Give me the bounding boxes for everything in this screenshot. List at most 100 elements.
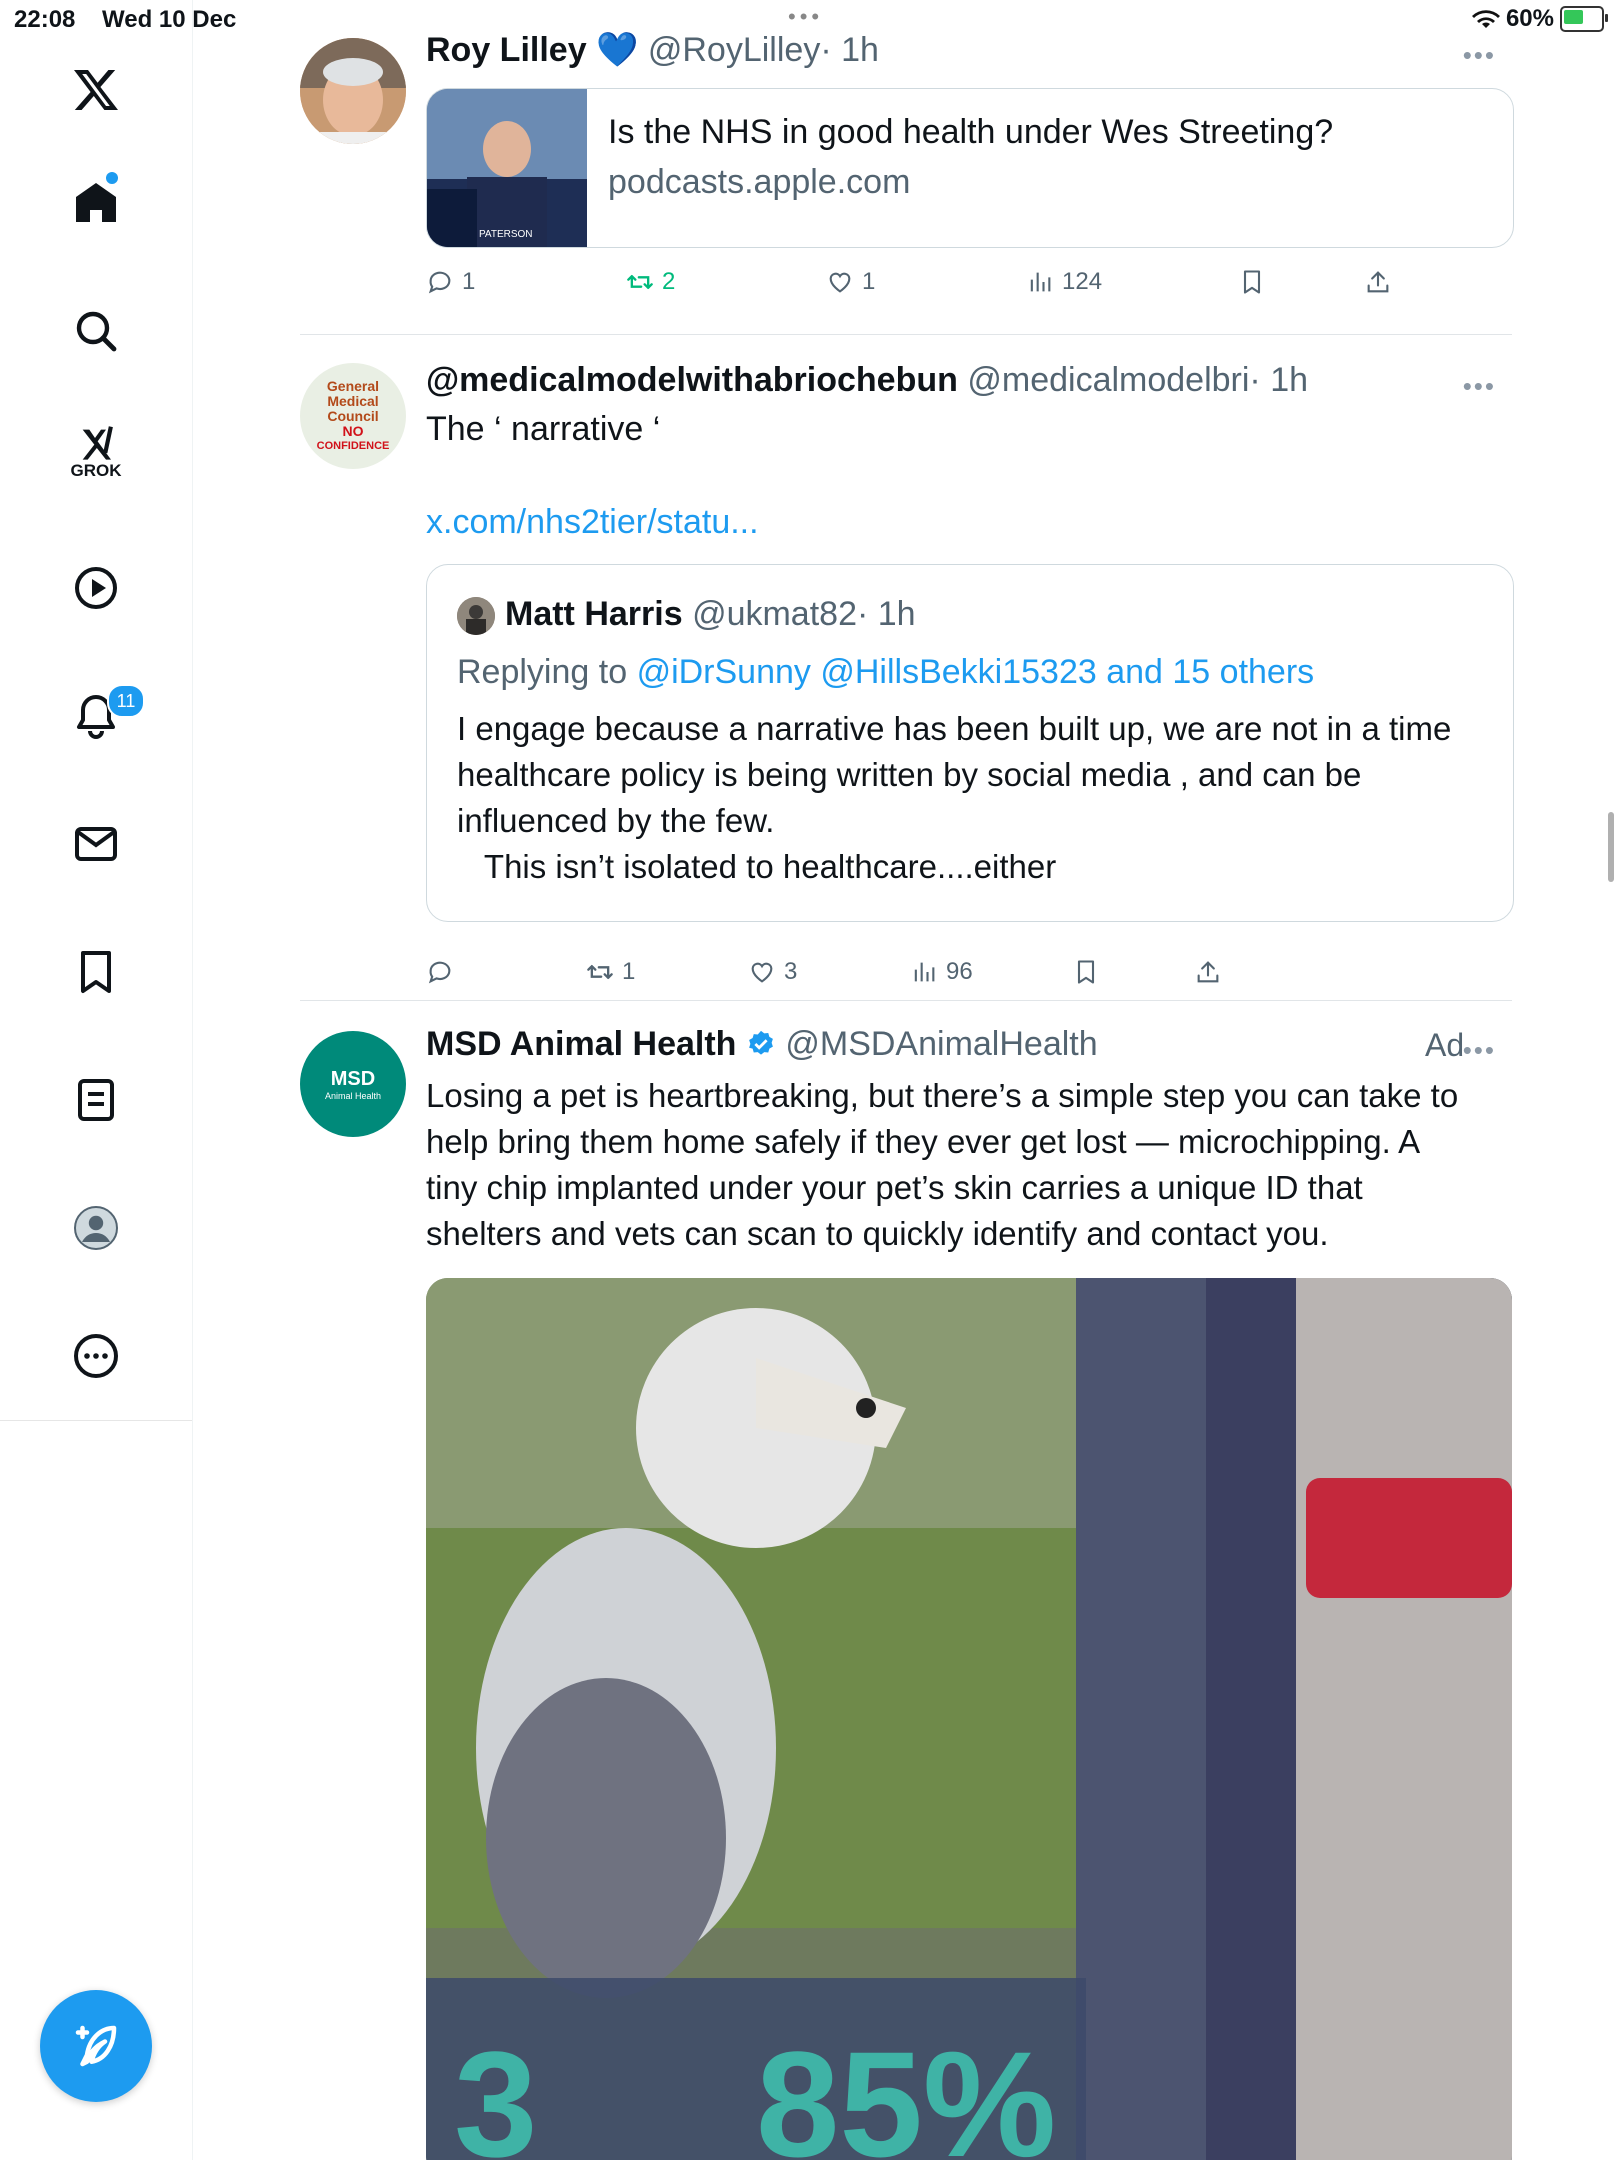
- compose-button[interactable]: [40, 1990, 152, 2102]
- bookmark-icon: [1243, 270, 1261, 294]
- author-handle[interactable]: @RoyLilley: [648, 31, 820, 69]
- author-handle[interactable]: @medicalmodelbri: [967, 361, 1249, 399]
- heart-icon: [751, 962, 773, 983]
- link-card[interactable]: PATERSON Is the NHS in good health under…: [426, 88, 1514, 248]
- replying-to-users[interactable]: @iDrSunny @HillsBekki15323 and 15 others: [637, 653, 1315, 691]
- link-card-domain: podcasts.apple.com: [608, 163, 911, 201]
- timeline-feed: Roy Lilley 💙 @RoyLilley· 1h ••• PATERSON…: [300, 0, 1614, 2160]
- heart-icon: [829, 272, 851, 293]
- quote-line: healthcare policy is being written by so…: [457, 756, 1362, 793]
- battery-percent: 60%: [1505, 5, 1554, 32]
- heart-emoji: 💙: [596, 31, 639, 69]
- like-button[interactable]: 1: [826, 268, 875, 296]
- more-options-icon[interactable]: •••: [1463, 40, 1496, 71]
- search-icon[interactable]: [64, 299, 128, 363]
- ad-media-image[interactable]: 3 85%: [426, 1278, 1512, 2160]
- quote-text: I engage because a narrative has been bu…: [457, 706, 1451, 890]
- tweet-text: The ‘ narrative ‘: [426, 410, 661, 448]
- tweet-link[interactable]: x.com/nhs2tier/statu...: [426, 499, 759, 545]
- share-icon: [1367, 271, 1389, 293]
- ad-overlay-percent: 85%: [756, 2020, 1057, 2160]
- author-name[interactable]: MSD Animal Health: [426, 1025, 736, 1063]
- reply-button[interactable]: [426, 958, 462, 986]
- avatar[interactable]: MSD Animal Health: [300, 1031, 406, 1137]
- avatar-text: NO: [342, 422, 364, 439]
- quote-tweet[interactable]: Matt Harris @ukmat82· 1h Replying to @iD…: [426, 564, 1514, 922]
- retweet-button[interactable]: 2: [626, 268, 675, 296]
- tweet[interactable]: General Medical Council NO CONFIDENCE @m…: [300, 335, 1514, 1001]
- share-icon: [1197, 961, 1219, 983]
- verified-badge-icon: [749, 1030, 773, 1055]
- tweet-time[interactable]: · 1h: [1249, 361, 1308, 399]
- views-button[interactable]: 96: [910, 958, 973, 986]
- reply-icon: [428, 961, 451, 984]
- author-name[interactable]: @medicalmodelwithabriochebun: [426, 361, 958, 399]
- like-count: 3: [784, 958, 798, 985]
- quote-author-name[interactable]: Matt Harris: [505, 595, 683, 633]
- like-count: 1: [862, 268, 876, 295]
- link-card-title: Is the NHS in good health under Wes Stre…: [608, 113, 1334, 151]
- replying-to-label: Replying to: [457, 653, 628, 691]
- reply-count: 1: [462, 268, 476, 295]
- sidebar-divider: [0, 1420, 192, 1421]
- home-icon[interactable]: [64, 170, 128, 234]
- x-logo-icon[interactable]: [64, 58, 128, 122]
- video-icon[interactable]: [64, 556, 128, 620]
- quote-line: influenced by the few.: [457, 802, 775, 839]
- reply-button[interactable]: 1: [426, 268, 475, 296]
- compose-icon: [75, 2025, 117, 2067]
- view-count: 96: [946, 958, 973, 985]
- author-handle[interactable]: @MSDAnimalHealth: [785, 1025, 1097, 1063]
- views-button[interactable]: 124: [1026, 268, 1102, 296]
- avatar-logo-text: MSD: [330, 1067, 376, 1090]
- tweet-time[interactable]: · 1h: [820, 31, 879, 69]
- quote-line: This isn’t isolated to healthcare....eit…: [457, 848, 1057, 885]
- promoted-tweet[interactable]: MSD Animal Health MSD Animal Health @MSD…: [300, 1001, 1512, 2160]
- avatar[interactable]: [300, 38, 406, 144]
- grok-icon[interactable]: GROK: [64, 420, 128, 484]
- ad-label: Ad: [1425, 1027, 1465, 1063]
- avatar-text: Council: [327, 407, 379, 424]
- bookmark-icon: [1077, 960, 1095, 984]
- lists-icon[interactable]: [64, 1068, 128, 1132]
- notifications-badge: 11: [107, 684, 145, 718]
- more-icon[interactable]: [64, 1324, 128, 1388]
- views-icon: [1030, 272, 1051, 292]
- more-options-icon[interactable]: •••: [1463, 371, 1496, 402]
- messages-icon[interactable]: [64, 812, 128, 876]
- profile-icon[interactable]: [64, 1196, 128, 1260]
- view-count: 124: [1062, 268, 1103, 295]
- retweet-count: 1: [622, 958, 636, 985]
- bookmark-button[interactable]: [1072, 958, 1100, 986]
- scrollbar[interactable]: [1608, 812, 1614, 882]
- avatar[interactable]: General Medical Council NO CONFIDENCE: [300, 363, 406, 469]
- more-options-icon[interactable]: •••: [1463, 1035, 1496, 1066]
- quote-author-handle[interactable]: @ukmat82: [692, 595, 857, 633]
- retweet-count: 2: [662, 268, 676, 295]
- reply-icon: [428, 271, 451, 294]
- retweet-button[interactable]: 1: [586, 958, 635, 986]
- ad-overlay-number: 3: [454, 2020, 538, 2160]
- tweet-text: Losing a pet is heartbreaking, but there…: [426, 1073, 1458, 1257]
- bookmarks-icon[interactable]: [64, 940, 128, 1004]
- tweet[interactable]: Roy Lilley 💙 @RoyLilley· 1h ••• PATERSON…: [300, 0, 1514, 335]
- bookmark-button[interactable]: [1238, 268, 1266, 296]
- like-button[interactable]: 3: [748, 958, 797, 986]
- avatar-text: CONFIDENCE: [316, 439, 390, 452]
- tweet-text-line: help bring them home safely if they ever…: [426, 1123, 1421, 1160]
- views-icon: [914, 962, 935, 982]
- quote-time[interactable]: · 1h: [857, 595, 916, 633]
- share-button[interactable]: [1194, 958, 1222, 986]
- avatar-text: General: [326, 377, 380, 394]
- author-name[interactable]: Roy Lilley: [426, 31, 587, 69]
- tweet-text-line: Losing a pet is heartbreaking, but there…: [426, 1077, 1459, 1114]
- retweet-icon: [627, 275, 653, 289]
- link-card-thumbnail: PATERSON: [427, 89, 587, 247]
- tweet-text-line: tiny chip implanted under your pet’s ski…: [426, 1169, 1363, 1206]
- sidebar: GROK 11: [0, 0, 193, 2160]
- home-new-indicator: [106, 172, 118, 184]
- quote-avatar[interactable]: [457, 597, 495, 635]
- avatar-text: Medical: [327, 392, 379, 409]
- share-button[interactable]: [1364, 268, 1392, 296]
- tweet-text-line: shelters and vets can scan to quickly id…: [426, 1215, 1329, 1252]
